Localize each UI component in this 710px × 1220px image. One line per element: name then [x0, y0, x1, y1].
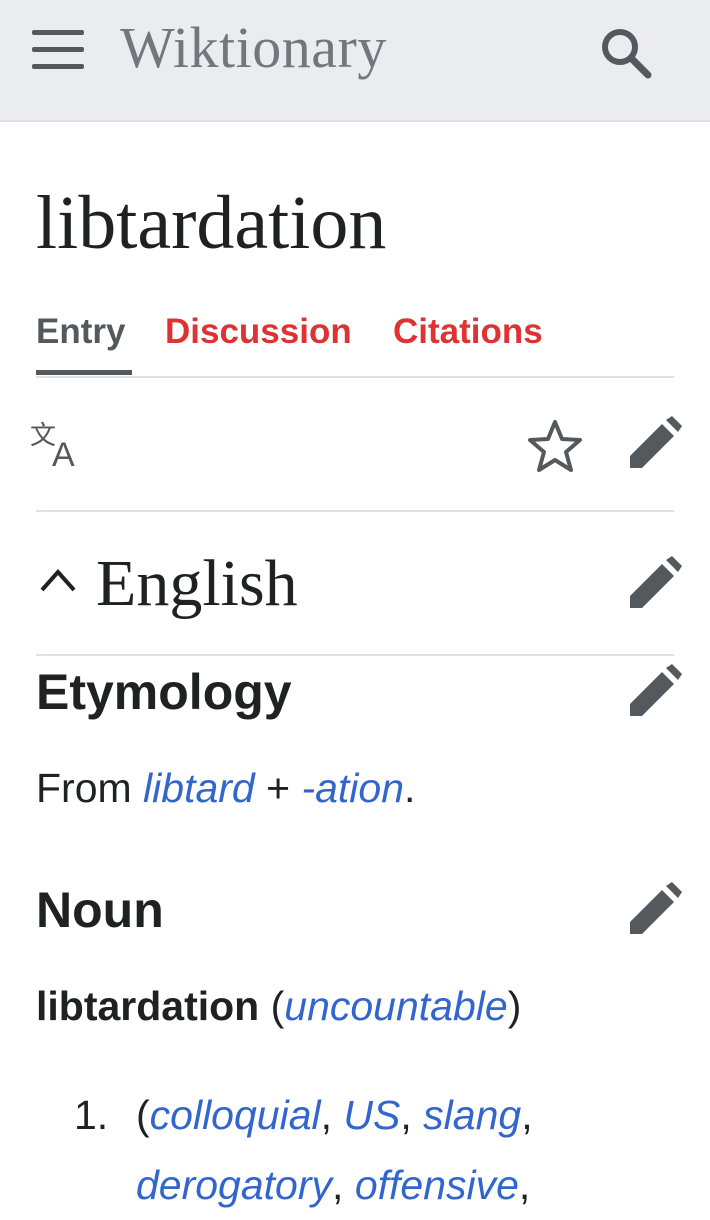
label-sep: ,: [320, 1092, 344, 1138]
chevron-up-icon[interactable]: [36, 558, 84, 598]
tab-citations[interactable]: Citations: [393, 310, 543, 354]
edit-icon[interactable]: [626, 416, 682, 472]
site-title[interactable]: Wiktionary: [120, 14, 387, 81]
label-us[interactable]: US: [343, 1092, 400, 1138]
close-paren: ): [507, 983, 522, 1029]
page-actions: 文 A: [30, 378, 682, 512]
language-heading[interactable]: English: [96, 544, 298, 624]
menu-icon[interactable]: [32, 30, 84, 70]
label-sep: ,: [332, 1162, 355, 1208]
top-bar: Wiktionary: [0, 0, 710, 122]
page-tabs: Entry Discussion Citations: [36, 306, 674, 378]
label-sep: ,: [400, 1092, 424, 1138]
tab-discussion[interactable]: Discussion: [165, 310, 352, 354]
label-offensive[interactable]: offensive: [355, 1162, 519, 1208]
link-ation[interactable]: -ation: [301, 765, 404, 811]
translate-icon[interactable]: 文 A: [30, 418, 86, 474]
label-derogatory[interactable]: derogatory: [136, 1162, 332, 1208]
svg-text:A: A: [52, 436, 75, 470]
definition-labels-line1: (colloquial, US, slang,: [136, 1080, 544, 1150]
label-sep: ,: [518, 1162, 542, 1208]
search-icon[interactable]: [596, 24, 656, 80]
label-sep: ,: [521, 1092, 544, 1138]
link-uncountable[interactable]: uncountable: [284, 983, 507, 1029]
headword-line: libtardation (uncountable): [36, 980, 521, 1032]
open-paren: (: [259, 983, 285, 1029]
etymology-plus: +: [254, 765, 302, 811]
headword: libtardation: [36, 983, 260, 1029]
active-tab-indicator: [36, 370, 132, 375]
edit-etymology-icon[interactable]: [626, 664, 682, 720]
etymology-period: .: [404, 765, 416, 811]
label-colloquial[interactable]: colloquial: [150, 1092, 321, 1138]
edit-noun-icon[interactable]: [626, 882, 682, 938]
star-icon[interactable]: [526, 418, 584, 474]
etymology-heading: Etymology: [36, 664, 292, 720]
definition-number: 1.: [74, 1092, 109, 1138]
tab-entry[interactable]: Entry: [36, 310, 125, 354]
etymology-text: From libtard + -ation.: [36, 762, 415, 814]
label-open-paren: (: [136, 1092, 150, 1138]
definition-labels-line2: derogatory, offensive,: [136, 1150, 542, 1220]
noun-heading: Noun: [36, 882, 164, 938]
link-libtard[interactable]: libtard: [143, 765, 255, 811]
label-slang[interactable]: slang: [423, 1092, 521, 1138]
etymology-prefix: From: [36, 765, 144, 811]
page-title: libtardation: [36, 181, 387, 265]
section-english: English: [36, 524, 682, 656]
edit-section-english-icon[interactable]: [626, 556, 682, 612]
